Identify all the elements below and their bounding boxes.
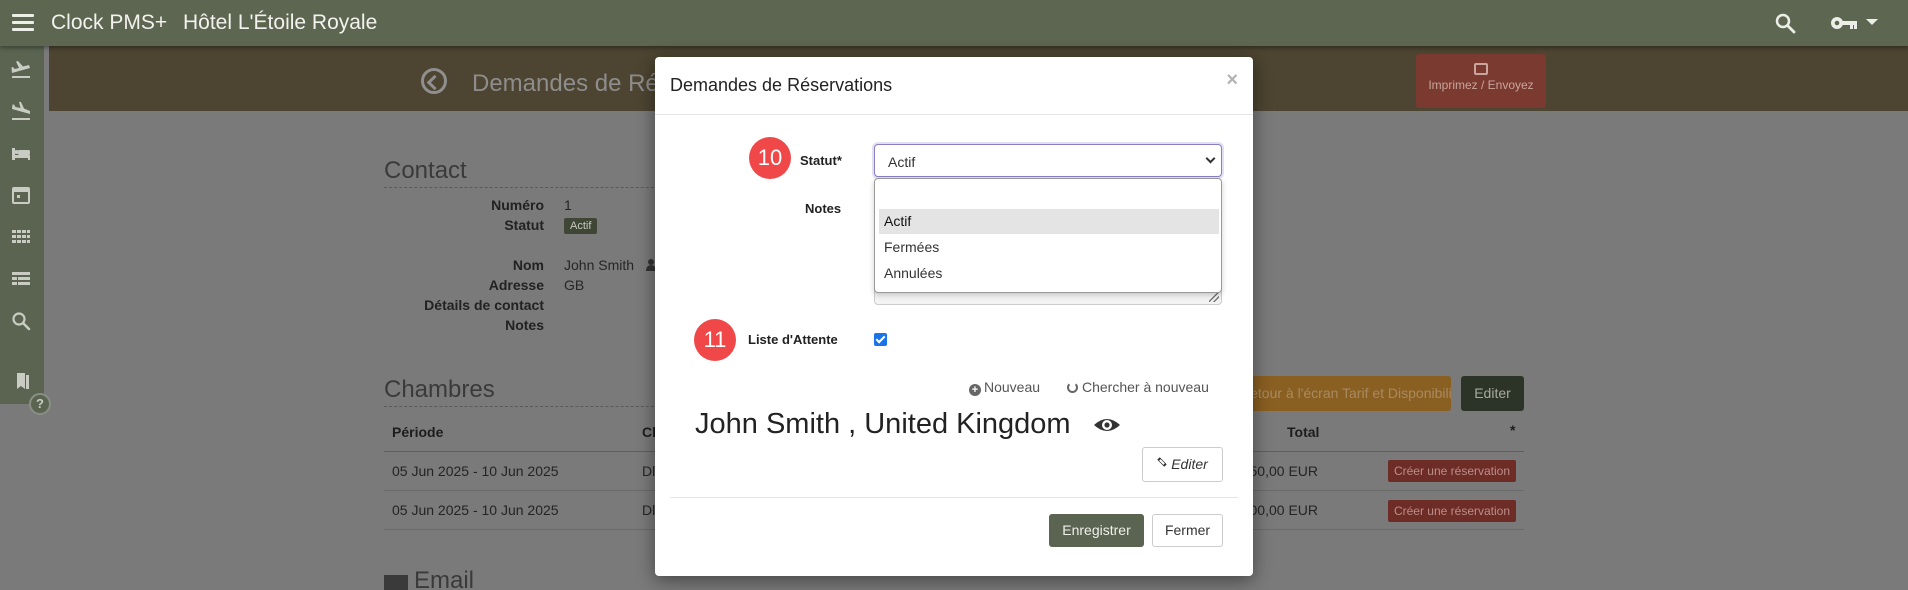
calendar-icon[interactable]	[10, 184, 32, 206]
plus-circle-icon: +	[969, 384, 981, 396]
status-select[interactable]: Actif	[874, 144, 1222, 177]
hotel-name[interactable]: Hôtel L'Étoile Royale	[183, 11, 377, 35]
rate-availability-button[interactable]: Retour à l'écran Tarif et Disponibilité	[1240, 376, 1451, 411]
email-section-title: Email	[414, 567, 475, 590]
notes-label: Notes	[805, 201, 842, 216]
guest-summary: John Smith , United Kingdom	[695, 408, 1071, 440]
envelope-icon	[384, 575, 408, 590]
modal-title: Demandes de Réservations	[670, 75, 893, 95]
hamburger-menu-icon[interactable]	[12, 14, 34, 32]
back-arrow-icon[interactable]	[421, 68, 447, 94]
contact-name-value: John Smith	[564, 257, 635, 273]
contact-number-label: Numéro	[491, 197, 544, 213]
bed-icon[interactable]	[10, 142, 32, 164]
status-option-actif[interactable]: Actif	[879, 209, 1219, 234]
status-select-value: Actif	[888, 154, 916, 170]
close-icon[interactable]: ×	[1226, 69, 1238, 92]
sidebar	[0, 46, 44, 404]
close-button[interactable]: Fermer	[1152, 514, 1223, 547]
create-reservation-button[interactable]: Créer une réservation	[1388, 460, 1516, 482]
contact-address-value: GB	[564, 277, 585, 293]
status-option-annulees[interactable]: Annulées	[879, 261, 1219, 286]
refresh-icon	[1067, 382, 1078, 393]
print-send-label: Imprimez / Envoyez	[1428, 78, 1534, 92]
search-icon[interactable]	[1773, 11, 1797, 35]
contact-notes-label: Notes	[505, 317, 544, 333]
step-badge-10: 10	[749, 137, 791, 179]
resize-handle-icon[interactable]	[1209, 292, 1219, 302]
waitlist-checkbox[interactable]	[874, 333, 887, 346]
book-icon[interactable]	[10, 370, 32, 392]
arrival-plane-icon[interactable]	[10, 100, 32, 122]
guest-edit-label: Editer	[1171, 456, 1208, 472]
rooms-section-title: Chambres	[384, 376, 674, 407]
pencil-icon	[1157, 457, 1167, 467]
help-icon[interactable]: ?	[29, 393, 51, 415]
departure-plane-icon[interactable]	[10, 58, 32, 80]
reservation-request-modal: Demandes de Réservations × 10 Statut* Ac…	[655, 57, 1253, 576]
table-row-1-total: 50,00 EUR	[1249, 463, 1318, 479]
column-header-actions: *	[1510, 422, 1516, 438]
search-again-label: Chercher à nouveau	[1082, 379, 1209, 395]
table-row-1-room: Dl	[642, 463, 656, 479]
app-title[interactable]: Clock PMS+	[51, 11, 167, 35]
top-bar: Clock PMS+ Hôtel L'Étoile Royale	[0, 0, 1908, 46]
print-send-button[interactable]: Imprimez / Envoyez	[1416, 54, 1546, 108]
modal-header-divider	[655, 114, 1253, 115]
rooms-edit-button[interactable]: Editer	[1461, 376, 1524, 411]
status-option-fermees[interactable]: Fermées	[879, 235, 1219, 260]
printer-icon	[1474, 63, 1488, 75]
column-header-period: Période	[392, 424, 444, 440]
contact-number-value: 1	[564, 197, 572, 213]
table-row-2-total: 00,00 EUR	[1249, 502, 1318, 518]
contact-section-title: Contact	[384, 157, 674, 188]
search-again-link[interactable]: Chercher à nouveau	[1067, 379, 1209, 395]
key-icon[interactable]	[1830, 13, 1858, 33]
table-row-2-period: 05 Jun 2025 - 10 Jun 2025	[392, 502, 559, 518]
new-guest-link[interactable]: + Nouveau	[969, 379, 1040, 396]
new-guest-label: Nouveau	[984, 379, 1041, 395]
waitlist-label: Liste d'Attente	[748, 332, 838, 347]
contact-name-label: Nom	[512, 257, 544, 273]
status-label: Statut*	[800, 153, 842, 168]
contact-details-label: Détails de contact	[424, 297, 544, 313]
table-row-1-period: 05 Jun 2025 - 10 Jun 2025	[392, 463, 559, 479]
sidebar-search-icon[interactable]	[10, 310, 32, 332]
user-menu-chevron-down-icon[interactable]	[1866, 19, 1878, 25]
table-row-2-room: Dl	[642, 502, 656, 518]
step-badge-11: 11	[694, 319, 736, 361]
grid-icon[interactable]	[10, 226, 32, 248]
contact-address-label: Adresse	[488, 277, 544, 293]
status-badge: Actif	[564, 218, 598, 234]
save-button[interactable]: Enregistrer	[1049, 514, 1144, 547]
column-header-total: Total	[1287, 424, 1320, 440]
guest-edit-button[interactable]: Editer	[1142, 447, 1223, 482]
contact-status-label: Statut	[504, 217, 544, 233]
create-reservation-button[interactable]: Créer une réservation	[1388, 500, 1516, 522]
modal-footer-divider	[670, 497, 1238, 498]
eye-icon[interactable]	[1093, 415, 1121, 435]
chevron-down-icon	[1205, 153, 1216, 164]
table-icon[interactable]	[10, 268, 32, 290]
status-dropdown-list: Actif Fermées Annulées	[874, 178, 1222, 293]
